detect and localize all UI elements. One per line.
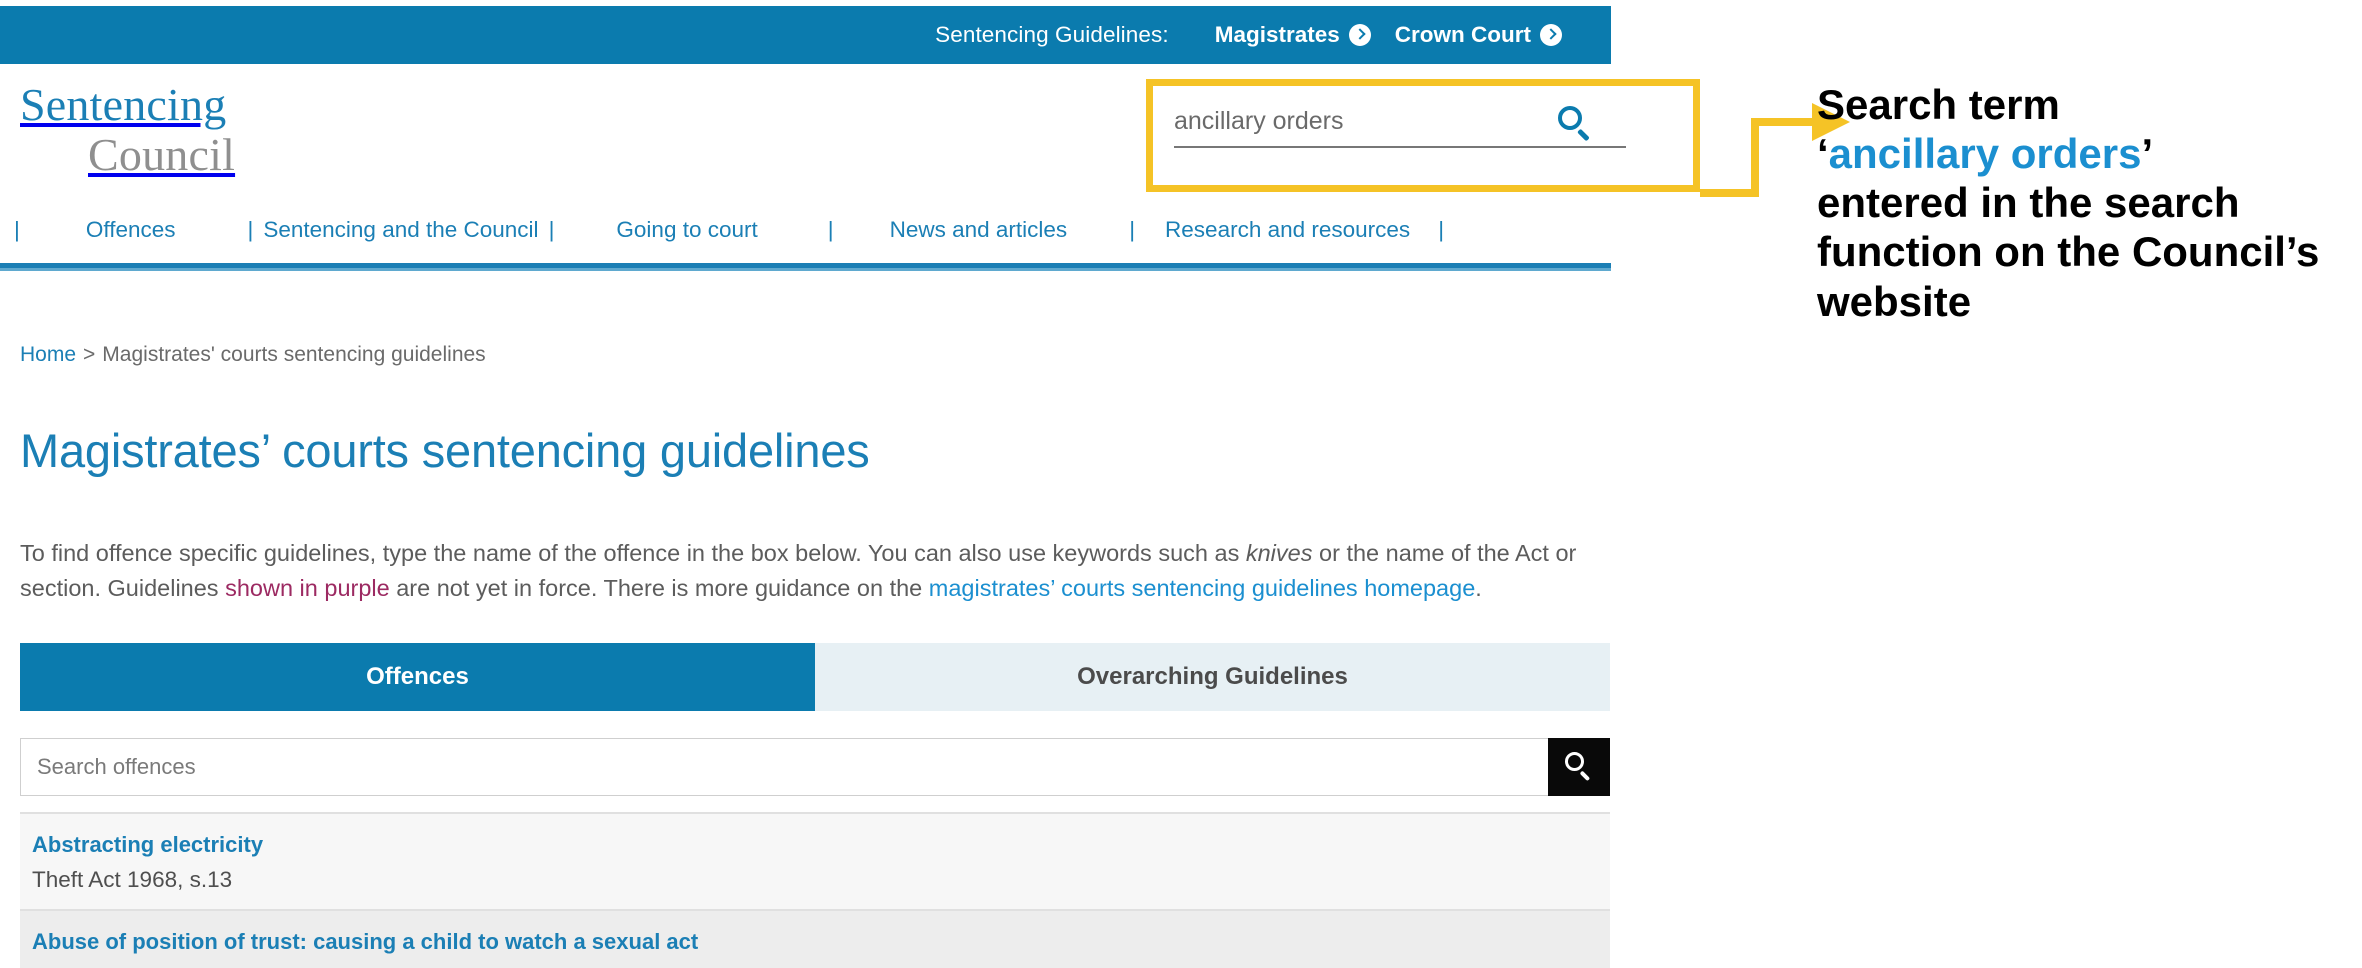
tab-offences[interactable]: Offences [20, 643, 815, 711]
top-bar-link-magistrates[interactable]: Magistrates [1215, 22, 1371, 48]
list-item-title[interactable]: Abuse of position of trust: causing a ch… [32, 927, 1598, 957]
breadcrumb: Home > Magistrates' courts sentencing guid… [20, 343, 486, 367]
offence-search-input[interactable] [20, 738, 1548, 796]
chevron-right-circle-icon [1540, 24, 1562, 46]
top-bar-link-crown-court[interactable]: Crown Court [1395, 22, 1562, 48]
intro-text-part3: are not yet in force. There is more guid… [389, 575, 929, 602]
annotation-quote-close: ’ [2141, 130, 2154, 178]
page-title: Magistrates’ courts sentencing guideline… [20, 424, 870, 477]
nav-item-news-and-articles[interactable]: News and articles [890, 217, 1068, 243]
intro-text-part1: To find offence specific guidelines, typ… [20, 539, 1246, 566]
tab-overarching-guidelines[interactable]: Overarching Guidelines [815, 643, 1610, 711]
nav-separator: | [827, 217, 834, 242]
list-item-subtitle: Theft Act 1968, s.13 [32, 866, 233, 892]
intro-italic-knives: knives [1245, 539, 1313, 566]
top-bar-link-magistrates-label: Magistrates [1214, 22, 1340, 47]
list-item-title[interactable]: Abstracting electricity [32, 830, 1598, 860]
screenshot-root: Sentencing Guidelines: Magistrates Crown… [0, 0, 2362, 968]
chevron-right-circle-icon [1348, 24, 1371, 46]
annotation-text: Search term ‘ancillary orders’ entered in … [1817, 80, 2337, 326]
nav-separator: | [1438, 217, 1445, 242]
breadcrumb-separator: > [83, 343, 96, 366]
annotation-line1: Search term [1817, 81, 2060, 128]
search-icon [1564, 752, 1594, 782]
offence-search-button[interactable] [1548, 738, 1610, 796]
nav-item-sentencing-and-the-council[interactable]: Sentencing and the Council [263, 217, 538, 243]
top-bar-label: Sentencing Guidelines: [935, 22, 1169, 47]
search-icon[interactable] [1556, 105, 1596, 145]
intro-purple-note: shown in purple [225, 575, 390, 602]
nav-bottom-rule-light [0, 268, 1611, 271]
annotation-rest: entered in the search function on the Co… [1817, 179, 2320, 325]
offence-search [20, 738, 1610, 796]
list-item[interactable]: Abstracting electricity Theft Act 1968, … [20, 812, 1610, 910]
main-navigation: | Offences | Sentencing and the Council … [0, 200, 1611, 260]
top-utility-bar: Sentencing Guidelines: Magistrates Crown… [0, 6, 1611, 64]
nav-item-research-and-resources[interactable]: Research and resources [1165, 217, 1410, 243]
nav-item-offences[interactable]: Offences [86, 217, 176, 243]
annotation-quote-open: ‘ [1817, 130, 1829, 178]
search-icon-ring [1558, 106, 1582, 130]
nav-item-going-to-court[interactable]: Going to court [616, 217, 757, 243]
nav-separator: | [548, 217, 555, 242]
intro-text-part4: . [1475, 575, 1482, 602]
breadcrumb-home[interactable]: Home [20, 343, 76, 366]
header-search [1152, 85, 1695, 187]
site-logo[interactable]: Sentencing Council [20, 82, 440, 178]
list-item[interactable]: Abuse of position of trust: causing a ch… [20, 909, 1610, 968]
search-icon-handle [1577, 128, 1590, 142]
intro-paragraph: To find offence specific guidelines, typ… [20, 536, 1600, 607]
guideline-tabs: Offences Overarching Guidelines [20, 643, 1610, 711]
offence-results-list: Abstracting electricity Theft Act 1968, … [20, 812, 1610, 968]
nav-separator: | [1129, 217, 1136, 242]
intro-link-homepage[interactable]: magistrates’ courts sentencing guideline… [929, 575, 1475, 601]
search-icon-ring [1565, 752, 1584, 771]
logo-line-council: Council [88, 129, 236, 180]
nav-separator: | [14, 217, 20, 242]
search-icon-handle [1579, 770, 1591, 782]
top-bar-link-crown-court-label: Crown Court [1394, 22, 1531, 47]
nav-separator: | [247, 217, 254, 242]
breadcrumb-current: Magistrates' courts sentencing guideline… [102, 343, 486, 366]
sentencing-council-website: Sentencing Guidelines: Magistrates Crown… [0, 0, 1695, 968]
annotation-search-term: ancillary orders [1828, 130, 2142, 178]
logo-line-sentencing: Sentencing [20, 79, 227, 130]
